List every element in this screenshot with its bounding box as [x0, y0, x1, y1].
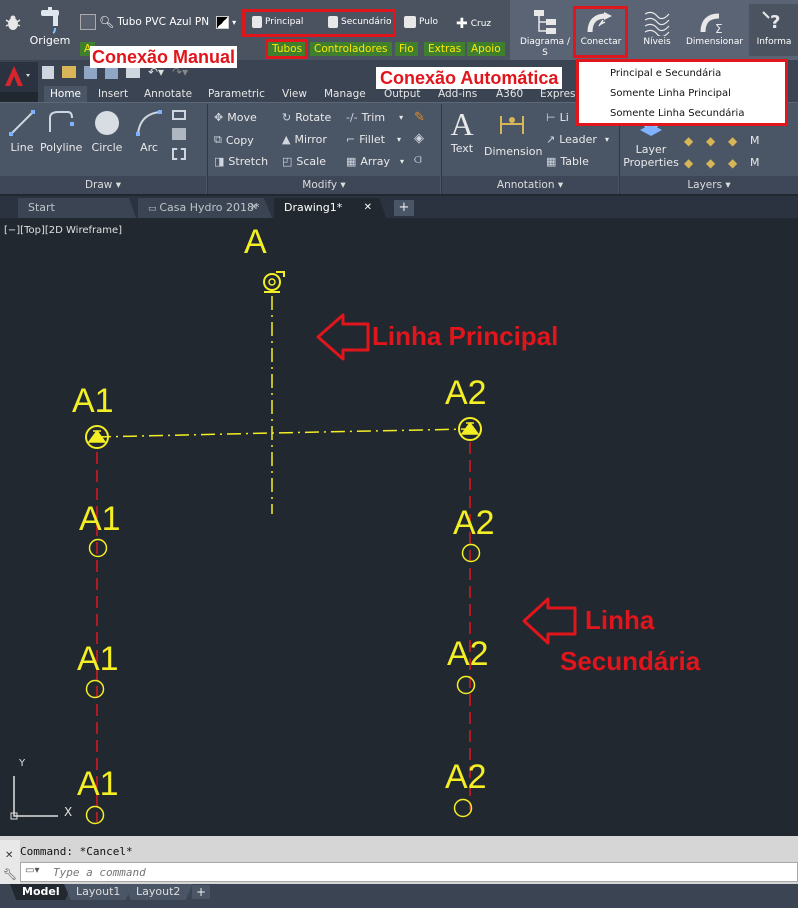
main-line-horizontal: [96, 428, 471, 438]
wrench-icon[interactable]: 🔧︎: [3, 868, 17, 881]
linha-secundaria-label-2: Secundária: [560, 646, 701, 676]
node-label-a1: A1: [79, 500, 121, 538]
drawing-geometry: [10, 271, 577, 825]
node-label-a1: A1: [77, 640, 119, 678]
menu-item-somente-principal[interactable]: Somente Linha Principal: [579, 84, 785, 104]
command-line-side: ✕ 🔧︎: [0, 840, 20, 884]
ucs-y-label: Y: [19, 758, 26, 769]
conexao-manual-label: Conexão Manual: [90, 46, 238, 68]
linha-principal-label: Linha Principal: [372, 321, 559, 351]
layout-tab-layout1[interactable]: Layout1: [64, 884, 133, 900]
conectar-highlight: [573, 6, 628, 58]
conexao-automatica-label: Conexão Automática: [376, 67, 563, 89]
manual-connection-highlight: [242, 9, 396, 37]
ucs-icon: [10, 776, 58, 820]
sprinkler-icon[interactable]: [461, 543, 481, 563]
conectar-dropdown-menu: Principal e Secundária Somente Linha Pri…: [576, 59, 788, 126]
arrow-left-icon: [522, 597, 577, 645]
add-layout-plus-icon[interactable]: +: [192, 885, 210, 899]
node-label-a1: A1: [77, 765, 119, 803]
command-history: Command: *Cancel*: [20, 845, 133, 858]
linha-secundaria-label-1: Linha: [585, 605, 655, 635]
autocad-window: Origem 🔍︎ Tubo PVC Azul PN ▾ Principal S…: [0, 0, 798, 908]
ucs-x-label: X: [64, 805, 73, 819]
node-label-a2: A2: [453, 504, 495, 542]
sprinkler-icon[interactable]: [85, 805, 105, 825]
tubos-tab-highlight: [265, 39, 308, 59]
sprinkler-icon[interactable]: [85, 679, 105, 699]
node-label-a2: A2: [447, 635, 489, 673]
arrow-left-icon: [316, 313, 370, 361]
pump-icon[interactable]: [263, 271, 285, 293]
close-icon[interactable]: ✕: [5, 850, 13, 861]
node-label-a1: A1: [72, 382, 114, 420]
command-input[interactable]: [53, 864, 753, 880]
layout-tab-layout2[interactable]: Layout2: [124, 884, 193, 900]
sprinkler-icon[interactable]: [453, 798, 473, 818]
sprinkler-icon[interactable]: [88, 538, 108, 558]
layout-tab-model[interactable]: Model: [10, 884, 72, 900]
sprinkler-icon[interactable]: [456, 675, 476, 695]
layout-tabs: Model Layout1 Layout2 +: [0, 884, 798, 908]
menu-item-principal-secundaria[interactable]: Principal e Secundária: [579, 64, 785, 84]
command-prompt-icon[interactable]: ▭▾: [25, 865, 39, 876]
node-label-a2: A2: [445, 374, 487, 412]
command-input-box[interactable]: ▭▾: [20, 862, 798, 882]
node-label-a: A: [244, 223, 267, 261]
menu-item-somente-secundaria[interactable]: Somente Linha Secundária: [579, 104, 785, 124]
node-label-a2: A2: [445, 758, 487, 796]
